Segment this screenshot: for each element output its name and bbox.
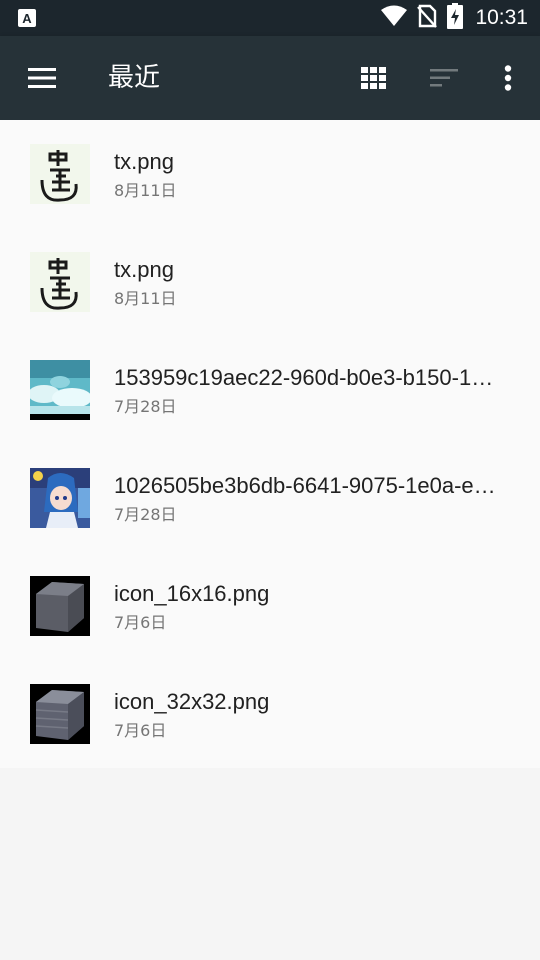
- battery-charging-icon: [447, 3, 464, 33]
- seal-calligraphy-thumbnail: [30, 144, 90, 204]
- file-list-item[interactable]: 153959c19aec22-960d-b0e3-b150-1… 7月28日: [0, 336, 540, 444]
- stone-block-thumbnail: [30, 684, 90, 744]
- anime-sky-thumbnail: [30, 360, 90, 420]
- grid-view-button[interactable]: [352, 58, 396, 98]
- status-icons: 10:31: [381, 0, 528, 36]
- no-sim-icon: [417, 4, 438, 32]
- page-title: 最近: [108, 63, 161, 93]
- file-list-item[interactable]: icon_16x16.png 7月6日: [0, 552, 540, 660]
- file-name: 153959c19aec22-960d-b0e3-b150-1…: [114, 365, 494, 390]
- file-date: 7月28日: [114, 397, 177, 416]
- file-date: 7月6日: [114, 721, 167, 740]
- hamburger-menu-icon: [28, 68, 56, 88]
- svg-text:A: A: [22, 11, 32, 26]
- file-list-item[interactable]: tx.png 8月11日: [0, 120, 540, 228]
- sort-button[interactable]: [422, 58, 466, 98]
- file-name: icon_16x16.png: [114, 581, 270, 606]
- hamburger-menu-button[interactable]: [20, 58, 64, 98]
- file-list-item[interactable]: 1026505be3b6db-6641-9075-1e0a-e… 7月28日: [0, 444, 540, 552]
- file-name: 1026505be3b6db-6641-9075-1e0a-e…: [114, 473, 496, 498]
- grid-view-icon: [361, 67, 386, 89]
- file-name: tx.png: [114, 257, 174, 282]
- file-name: icon_32x32.png: [114, 689, 270, 714]
- file-date: 7月28日: [114, 505, 177, 524]
- file-list-item[interactable]: tx.png 8月11日: [0, 228, 540, 336]
- wifi-icon: [381, 5, 408, 31]
- sort-icon: [430, 69, 458, 87]
- file-date: 8月11日: [114, 289, 177, 308]
- status-bar: A 10:31: [0, 0, 540, 36]
- stone-block-thumbnail: [30, 576, 90, 636]
- app-bar: 最近: [0, 36, 540, 120]
- file-date: 7月6日: [114, 613, 167, 632]
- file-date: 8月11日: [114, 181, 177, 200]
- seal-calligraphy-thumbnail: [30, 252, 90, 312]
- status-time: 10:31: [475, 6, 528, 29]
- anime-character-thumbnail: [30, 468, 90, 528]
- more-vert-icon: [504, 65, 512, 91]
- accessibility-a-icon: A: [18, 9, 36, 27]
- recent-files-list: tx.png 8月11日 tx.png 8月11日 153959c19aec22…: [0, 120, 540, 768]
- more-options-button[interactable]: [488, 58, 528, 98]
- file-name: tx.png: [114, 149, 174, 174]
- file-list-item[interactable]: icon_32x32.png 7月6日: [0, 660, 540, 768]
